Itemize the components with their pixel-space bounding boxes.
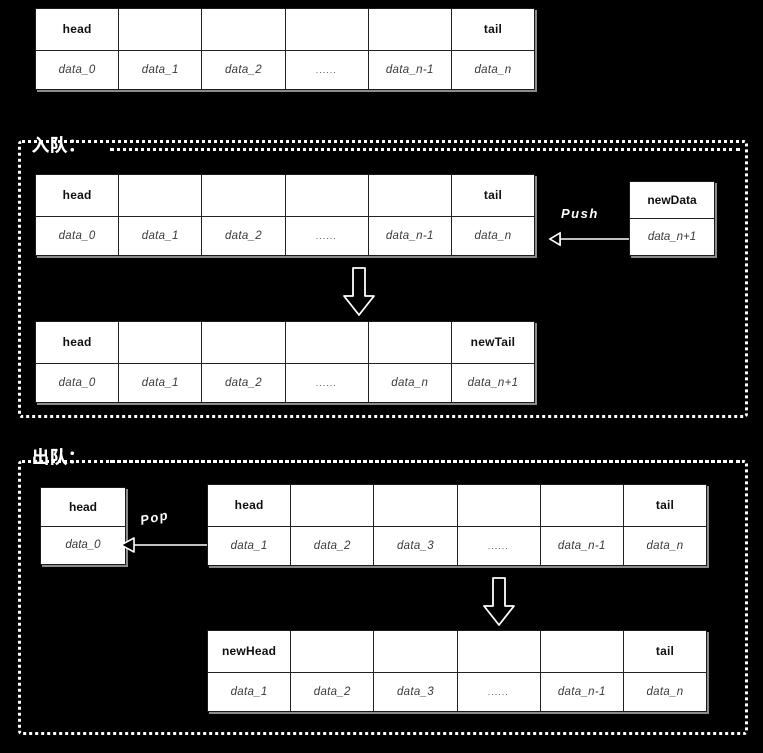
pointer-cell [369, 322, 452, 363]
value-cell: data_n+1 [647, 231, 697, 243]
pointer-cell: tail [655, 644, 675, 659]
enqueue-section-label: 入队： [32, 136, 86, 155]
pointer-cell [119, 175, 203, 216]
value-cell: data_n [646, 685, 684, 698]
pointer-cell: newTail [470, 335, 516, 350]
dequeue-section-label: 出队： [32, 448, 86, 467]
down-arrow-icon [343, 267, 375, 316]
pointer-cell [458, 485, 541, 526]
value-cell: data_3 [374, 672, 458, 711]
value-cell: data_2 [202, 363, 286, 402]
pointer-cell [458, 631, 541, 672]
value-cell: ...... [286, 363, 369, 402]
diagram-canvas: head tail data_0 data_1 data_2 ...... da… [0, 0, 763, 753]
value-cell: data_3 [374, 526, 458, 565]
enqueue-after-table: head newTail data_0 data_1 data_2 ......… [35, 321, 535, 403]
new-data-node: newData data_n+1 [629, 181, 715, 256]
dequeue-after-table: newHead tail data_1 data_2 data_3 ......… [207, 630, 707, 712]
value-cell: data_0 [36, 216, 120, 255]
value-row: data_1 data_2 data_3 ...... data_n-1 dat… [208, 672, 706, 711]
pointer-cell [119, 322, 203, 363]
down-arrow-icon [483, 577, 515, 626]
pointer-cell [286, 9, 369, 50]
value-cell: data_n [369, 363, 452, 402]
pointer-cell: head [36, 175, 120, 216]
pointer-cell [374, 485, 458, 526]
value-cell: data_n-1 [369, 50, 452, 89]
value-cell: ...... [286, 216, 369, 255]
pointer-cell [202, 322, 286, 363]
pointer-cell: tail [655, 498, 675, 513]
value-cell: ...... [458, 526, 541, 565]
pointer-row: head tail [208, 485, 706, 527]
pointer-cell: head [36, 322, 120, 363]
value-cell: data_n+1 [467, 376, 519, 389]
pointer-cell [541, 485, 624, 526]
value-cell: data_2 [291, 672, 375, 711]
pointer-cell: head [208, 485, 292, 526]
value-cell: data_n [474, 229, 512, 242]
value-cell: ...... [286, 50, 369, 89]
value-row: data_0 data_1 data_2 ...... data_n-1 dat… [36, 216, 534, 255]
enqueue-label-rule [110, 148, 740, 154]
pointer-cell [119, 9, 203, 50]
value-cell: data_0 [65, 539, 101, 552]
pointer-cell: head [41, 488, 125, 527]
value-cell: data_n [646, 539, 684, 552]
value-cell: data_1 [208, 672, 292, 711]
enqueue-before-table: head tail data_0 data_1 data_2 ...... da… [35, 174, 535, 256]
value-cell: data_n-1 [541, 672, 624, 711]
pointer-cell [291, 485, 375, 526]
pointer-cell [374, 631, 458, 672]
pointer-cell [541, 631, 624, 672]
popped-node: head data_0 [40, 487, 126, 565]
value-cell: data_n [474, 63, 512, 76]
value-cell: ...... [458, 672, 541, 711]
dequeue-before-table: head tail data_1 data_2 data_3 ...... da… [207, 484, 707, 566]
left-arrow-icon [548, 231, 634, 247]
value-cell: data_2 [202, 216, 286, 255]
push-label: Push [561, 206, 599, 221]
pointer-row: head tail [36, 9, 534, 51]
value-cell: data_0 [36, 50, 120, 89]
value-cell: data_1 [119, 363, 203, 402]
pointer-row: head tail [36, 175, 534, 217]
value-cell: data_1 [119, 216, 203, 255]
pointer-cell: tail [483, 22, 503, 37]
pointer-row: newHead tail [208, 631, 706, 673]
pointer-cell [369, 175, 452, 216]
value-cell: data_1 [119, 50, 203, 89]
value-cell: data_n-1 [541, 526, 624, 565]
value-row: data_1 data_2 data_3 ...... data_n-1 dat… [208, 526, 706, 565]
pointer-cell [286, 175, 369, 216]
pointer-cell: head [36, 9, 120, 50]
pointer-cell: newData [630, 182, 714, 219]
value-cell: data_2 [291, 526, 375, 565]
value-cell: data_2 [202, 50, 286, 89]
left-arrow-icon [120, 537, 218, 553]
value-cell: data_n-1 [369, 216, 452, 255]
pointer-cell [291, 631, 375, 672]
value-row: data_0 data_1 data_2 ...... data_n-1 dat… [36, 50, 534, 89]
value-row: data_0 data_1 data_2 ...... data_n data_… [36, 363, 534, 402]
initial-queue-table: head tail data_0 data_1 data_2 ...... da… [35, 8, 535, 90]
pointer-row: head newTail [36, 322, 534, 364]
value-cell: data_0 [36, 363, 120, 402]
pointer-cell: tail [483, 188, 503, 203]
pointer-cell: newHead [208, 631, 292, 672]
pointer-cell [369, 9, 452, 50]
pointer-cell [286, 322, 369, 363]
dequeue-label-rule [110, 460, 740, 466]
pointer-cell [202, 175, 286, 216]
pointer-cell [202, 9, 286, 50]
value-cell: data_1 [208, 526, 292, 565]
